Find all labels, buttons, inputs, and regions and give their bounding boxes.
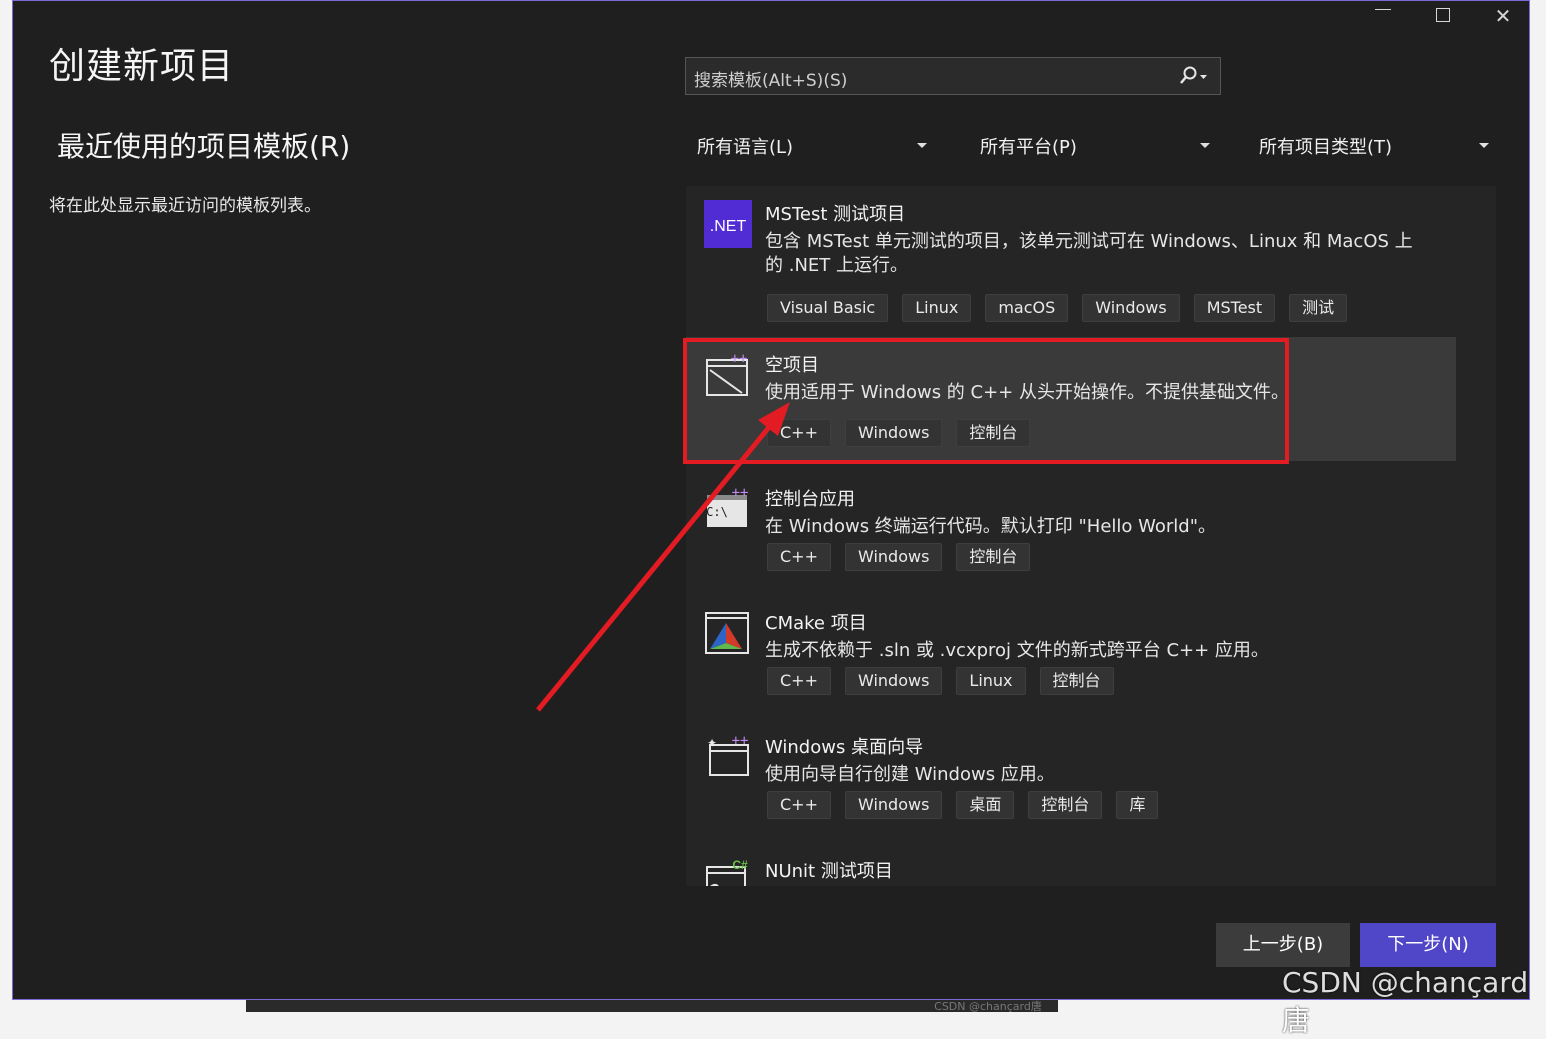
chevron-down-icon — [1200, 143, 1210, 148]
svg-text:++: ++ — [731, 351, 748, 367]
watermark: CSDN @chançard唐 — [1282, 966, 1529, 1037]
template-tags: C++ Windows Linux 控制台 — [767, 667, 1114, 695]
tag: Windows — [844, 791, 943, 819]
template-search-box[interactable]: 搜索模板(Alt+S)(S) — [685, 57, 1221, 95]
tag: C++ — [767, 543, 831, 571]
tag: Linux — [902, 294, 972, 322]
tag: 测试 — [1289, 294, 1348, 322]
platform-filter-label: 所有平台(P) — [980, 137, 1077, 158]
tag: Linux — [956, 667, 1026, 695]
template-item-nunit[interactable]: ⚗ C# NUnit 测试项目 — [686, 843, 1456, 886]
close-button[interactable]: ✕ — [1473, 1, 1533, 31]
template-tags: C++ Windows 控制台 — [767, 543, 1031, 571]
template-name: 空项目 — [765, 355, 819, 376]
template-item-console-app[interactable]: C:\ ++ 控制台应用 在 Windows 终端运行代码。默认打印 "Hell… — [686, 471, 1456, 595]
desktop-wizard-icon: ✦ ++ — [707, 733, 749, 776]
template-name: MSTest 测试项目 — [765, 204, 906, 225]
svg-text:++: ++ — [732, 485, 749, 501]
template-item-mstest[interactable]: .NET MSTest 测试项目 包含 MSTest 单元测试的项目，该单元测试… — [686, 186, 1456, 322]
template-item-desktop-wizard[interactable]: ✦ ++ Windows 桌面向导 使用向导自行创建 Windows 应用。 C… — [686, 719, 1456, 843]
template-tags: C++ Windows 桌面 控制台 库 — [767, 791, 1159, 819]
template-description: 生成不依赖于 .sln 或 .vcxproj 文件的新式跨平台 C++ 应用。 — [765, 640, 1269, 661]
tag: C++ — [767, 419, 831, 447]
svg-text:✦: ✦ — [707, 736, 717, 750]
tag: Visual Basic — [767, 294, 889, 322]
chevron-down-icon — [917, 143, 927, 148]
close-icon: ✕ — [1494, 4, 1512, 28]
template-tags: Visual Basic Linux macOS Windows MSTest … — [767, 294, 1348, 322]
template-description: 使用适用于 Windows 的 C++ 从头开始操作。不提供基础文件。 — [765, 382, 1289, 403]
search-icon[interactable] — [1176, 64, 1212, 88]
template-name: CMake 项目 — [765, 613, 867, 634]
tag: C++ — [767, 791, 831, 819]
create-project-dialog: ✕ 创建新项目 最近使用的项目模板(R) 将在此处显示最近访问的模板列表。 搜索… — [12, 0, 1530, 1000]
platform-filter-dropdown[interactable]: 所有平台(P) — [970, 127, 1210, 161]
template-tags: C++ Windows 控制台 — [767, 419, 1031, 447]
tag: Windows — [844, 667, 943, 695]
tag: 控制台 — [1039, 667, 1114, 695]
svg-text:++: ++ — [732, 733, 749, 749]
minimize-button[interactable] — [1353, 1, 1413, 31]
chevron-down-icon — [1479, 143, 1489, 148]
template-description: 使用向导自行创建 Windows 应用。 — [765, 764, 1055, 785]
search-input[interactable]: 搜索模板(Alt+S)(S) — [694, 66, 847, 91]
language-filter-dropdown[interactable]: 所有语言(L) — [687, 127, 927, 161]
tag: 控制台 — [956, 543, 1031, 571]
tag: 控制台 — [956, 419, 1031, 447]
back-button[interactable]: 上一步(B) — [1216, 923, 1350, 967]
svg-text:C#: C# — [732, 858, 748, 872]
dotnet-icon: .NET — [704, 200, 752, 248]
template-list[interactable]: .NET MSTest 测试项目 包含 MSTest 单元测试的项目，该单元测试… — [686, 186, 1496, 886]
tag: macOS — [985, 294, 1069, 322]
next-button[interactable]: 下一步(N) — [1360, 923, 1496, 967]
cmake-icon — [705, 612, 749, 654]
template-name: NUnit 测试项目 — [765, 861, 893, 882]
svg-text:C:\: C:\ — [706, 505, 728, 519]
tag: Windows — [844, 419, 943, 447]
tag: 桌面 — [956, 791, 1015, 819]
tag: 控制台 — [1028, 791, 1103, 819]
template-name: 控制台应用 — [765, 489, 855, 510]
maximize-button[interactable] — [1413, 1, 1473, 31]
minimize-icon — [1375, 8, 1391, 10]
tag: C++ — [767, 667, 831, 695]
project-type-filter-label: 所有项目类型(T) — [1259, 137, 1393, 158]
console-app-icon: C:\ ++ — [706, 485, 749, 527]
template-item-empty-project[interactable]: ++ 空项目 使用适用于 Windows 的 C++ 从头开始操作。不提供基础文… — [686, 337, 1456, 461]
tag: Windows — [844, 543, 943, 571]
recent-templates-empty-text: 将在此处显示最近访问的模板列表。 — [49, 196, 321, 216]
background-window-strip: CSDN @chançard唐 — [246, 1000, 1058, 1013]
template-item-cmake[interactable]: CMake 项目 生成不依赖于 .sln 或 .vcxproj 文件的新式跨平台… — [686, 595, 1456, 719]
language-filter-label: 所有语言(L) — [697, 137, 794, 158]
tag: MSTest — [1193, 294, 1276, 322]
empty-project-icon: ++ — [706, 351, 748, 396]
tag: Windows — [1082, 294, 1180, 322]
template-name: Windows 桌面向导 — [765, 737, 924, 758]
tag: 库 — [1116, 791, 1159, 819]
maximize-icon — [1436, 8, 1450, 22]
page-title: 创建新项目 — [49, 46, 235, 87]
svg-text:⚗: ⚗ — [706, 881, 722, 886]
project-type-filter-dropdown[interactable]: 所有项目类型(T) — [1249, 127, 1489, 161]
template-description: 包含 MSTest 单元测试的项目，该单元测试可在 Windows、Linux … — [765, 231, 1413, 276]
recent-templates-heading: 最近使用的项目模板(R) — [57, 130, 351, 163]
svg-text:.NET: .NET — [710, 218, 747, 235]
nunit-icon: ⚗ C# — [706, 858, 748, 886]
template-description: 在 Windows 终端运行代码。默认打印 "Hello World"。 — [765, 516, 1217, 537]
